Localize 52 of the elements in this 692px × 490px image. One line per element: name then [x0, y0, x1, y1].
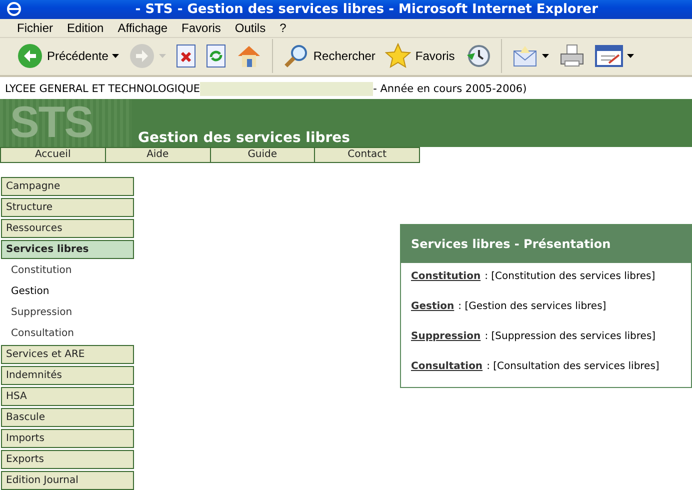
sidebar-subitem[interactable]: Constitution	[1, 261, 134, 280]
panel-title: Services libres - Présentation	[401, 225, 691, 263]
sidebar-item[interactable]: Services libres	[1, 240, 134, 259]
sidebar-item[interactable]: Services et ARE	[1, 345, 134, 364]
sidebar-subitem[interactable]: Gestion	[1, 282, 134, 301]
sidebar-item[interactable]: Ressources	[1, 219, 134, 238]
window-title: - STS - Gestion des services libres - Microsoft Internet Explorer	[134, 2, 599, 17]
entry-link[interactable]: Gestion	[411, 301, 454, 312]
sidebar-subitem[interactable]: Consultation	[1, 324, 134, 343]
sidebar-subitem[interactable]: Suppression	[1, 303, 134, 322]
sidebar-item[interactable]: Bascule	[1, 408, 134, 427]
stop-icon	[176, 44, 196, 68]
menu-item[interactable]: Affichage	[110, 20, 175, 35]
browser-icon	[6, 1, 22, 18]
entry-text: Gestion : [Gestion des services libres]	[411, 301, 608, 312]
entry-link[interactable]: Constitution	[411, 271, 481, 282]
school-year: - Année en cours 2005-2006)	[373, 82, 527, 94]
school-name: LYCEE GENERAL ET TECHNOLOGIQUE	[5, 82, 200, 94]
menu-item[interactable]: Fichier	[10, 20, 60, 35]
entry-link[interactable]: Suppression	[411, 331, 481, 342]
sidebar-item[interactable]: Indemnités	[1, 366, 134, 385]
menu-item[interactable]: Favoris	[174, 20, 228, 35]
back-button[interactable]: Précédente	[14, 41, 122, 72]
nav-link[interactable]: Contact	[315, 147, 420, 163]
mail-icon	[512, 44, 538, 68]
sidebar-item[interactable]: Exports	[1, 450, 134, 469]
printer-icon	[558, 44, 585, 68]
nav-link[interactable]: Aide	[106, 147, 210, 163]
sidebar-item[interactable]: Campagne	[1, 177, 134, 196]
menu-item[interactable]: ?	[272, 20, 294, 35]
entry-text: Consultation : [Consultation des services libres]	[411, 361, 660, 372]
menu-item[interactable]: Edition	[60, 20, 111, 35]
nav-link[interactable]: Accueil	[0, 147, 106, 163]
sidebar-item[interactable]: Structure	[1, 198, 134, 217]
favorites-button[interactable]: Favoris	[382, 41, 458, 72]
home-icon	[236, 43, 262, 70]
menu-item[interactable]: Outils	[228, 20, 273, 35]
edit-window-icon	[594, 44, 623, 68]
sidebar-item[interactable]: HSA	[1, 387, 134, 406]
logo: STS	[0, 99, 132, 147]
history-icon	[464, 43, 491, 70]
entry-link[interactable]: Consultation	[411, 361, 483, 372]
entry-text: Suppression : [Suppression des services libres]	[411, 331, 657, 342]
search-button[interactable]: Rechercher	[280, 41, 378, 72]
entry-text: Constitution : [Constitution des services libres]	[411, 271, 656, 282]
banner-title: Gestion des services libres	[137, 130, 350, 147]
sidebar-item[interactable]: Edition Journal	[1, 471, 134, 490]
search-icon	[283, 43, 310, 70]
sidebar-item[interactable]: Imports	[1, 429, 134, 448]
refresh-icon	[206, 44, 226, 68]
nav-link[interactable]: Guide	[210, 147, 316, 163]
star-icon	[385, 43, 412, 70]
